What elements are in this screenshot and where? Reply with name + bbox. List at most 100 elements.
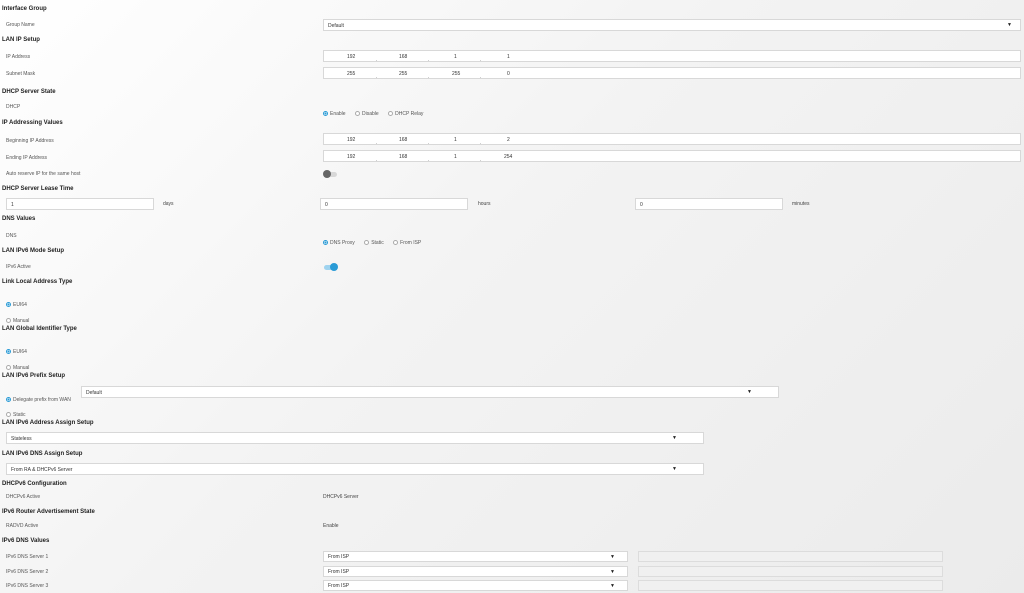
dns-proxy-option[interactable]: DNS Proxy [323, 240, 355, 246]
toggle-knob [330, 263, 338, 271]
radio-button[interactable] [388, 111, 394, 116]
prefix-delegate-select[interactable]: Default ▼ [81, 386, 779, 398]
begin-octet-3[interactable]: 1 [454, 137, 457, 143]
ipv6-active-toggle[interactable] [324, 263, 338, 271]
router-adv-heading: IPv6 Router Advertisement State [2, 509, 95, 515]
begin-octet-4[interactable]: 2 [507, 137, 510, 143]
radio-button[interactable] [364, 240, 370, 245]
chevron-down-icon: ▼ [672, 435, 677, 441]
octet-separator: . [428, 157, 430, 163]
begin-octet-2[interactable]: 168 [399, 137, 407, 143]
ipv6-dns-server-1-input[interactable] [638, 551, 943, 562]
chevron-down-icon: ▼ [610, 583, 615, 589]
radio-button[interactable] [323, 240, 328, 245]
end-octet-2[interactable]: 168 [399, 154, 407, 160]
dns-assign-select[interactable]: From RA & DHCPv6 Server ▼ [6, 463, 704, 475]
ipv6-active-label: IPv6 Active [6, 264, 31, 270]
ipv6-dns-server-3-input[interactable] [638, 580, 943, 591]
ipv6-dns-server-3-select[interactable]: From ISP ▼ [323, 580, 628, 591]
dhcpv6-heading: DHCPv6 Configuration [2, 481, 67, 487]
dhcp-relay-option[interactable]: DHCP Relay [388, 111, 423, 117]
radio-button[interactable] [393, 240, 399, 245]
ipv6-dns-server-2-input[interactable] [638, 566, 943, 577]
octet-separator: . [376, 157, 378, 163]
ip-octet-2[interactable]: 168 [399, 54, 407, 60]
days-unit-label: days [163, 201, 174, 207]
minutes-unit-label: minutes [792, 201, 810, 207]
mask-octet-4[interactable]: 0 [507, 71, 510, 77]
lease-hours-input[interactable]: 0 [320, 198, 468, 210]
radio-button[interactable] [355, 111, 361, 116]
octet-separator: . [480, 140, 482, 146]
chevron-down-icon: ▼ [747, 389, 752, 395]
radio-button[interactable] [6, 349, 11, 354]
auto-reserve-label: Auto reserve IP for the same host [6, 171, 81, 177]
radio-button[interactable] [323, 111, 328, 116]
subnet-mask-field[interactable]: 255 . 255 . 255 . 0 [323, 67, 1021, 80]
chevron-down-icon: ▼ [672, 466, 677, 472]
begin-octet-1[interactable]: 192 [347, 137, 355, 143]
dns-assign-heading: LAN IPv6 DNS Assign Setup [2, 451, 83, 457]
ip-octet-1[interactable]: 192 [347, 54, 355, 60]
ip-address-label: IP Address [6, 54, 31, 60]
chevron-down-icon: ▼ [1007, 22, 1012, 28]
dhcp-enable-option[interactable]: Enable [323, 111, 346, 117]
ipv6-dns-server-2-label: IPv6 DNS Server 2 [6, 569, 49, 575]
ipv6-dns-heading: IPv6 DNS Values [2, 538, 50, 544]
chevron-down-icon: ▼ [610, 569, 615, 575]
radvd-active-value: Enable [323, 523, 339, 529]
ipv6-dns-server-1-label: IPv6 DNS Server 1 [6, 554, 49, 560]
octet-separator: . [376, 57, 378, 63]
begin-ip-field[interactable]: 192 . 168 . 1 . 2 [323, 133, 1021, 146]
radio-button[interactable] [6, 397, 11, 402]
dhcp-disable-option[interactable]: Disable [355, 111, 379, 117]
octet-separator: . [428, 140, 430, 146]
link-local-heading: Link Local Address Type [2, 279, 73, 285]
dns-heading: DNS Values [2, 216, 36, 222]
global-id-heading: LAN Global Identifier Type [2, 326, 77, 332]
assign-heading: LAN IPv6 Address Assign Setup [2, 420, 94, 426]
dhcp-radio-group: Enable Disable DHCP Relay [323, 103, 428, 121]
end-ip-field[interactable]: 192 . 168 . 1 . 254 [323, 150, 1021, 163]
ipv6-dns-server-2-select[interactable]: From ISP ▼ [323, 566, 628, 577]
lease-days-input[interactable]: 1 [6, 198, 154, 210]
ip-address-field[interactable]: 192 . 168 . 1 . 1 [323, 50, 1021, 63]
dhcpv6-active-label: DHCPv6 Active [6, 494, 41, 500]
assign-select[interactable]: Stateless ▼ [6, 432, 704, 444]
group-name-label: Group Name [6, 22, 35, 28]
mask-octet-2[interactable]: 255 [399, 71, 407, 77]
begin-ip-label: Beginning IP Address [6, 138, 54, 144]
dns-radio-group: DNS Proxy Static From ISP [323, 232, 426, 250]
octet-separator: . [428, 74, 430, 80]
radio-button[interactable] [6, 412, 11, 417]
auto-reserve-toggle[interactable] [323, 170, 337, 178]
dhcp-state-heading: DHCP Server State [2, 89, 56, 95]
octet-separator: . [376, 140, 378, 146]
prefix-heading: LAN IPv6 Prefix Setup [2, 373, 66, 379]
radio-button[interactable] [6, 302, 11, 307]
ip-octet-4[interactable]: 1 [507, 54, 510, 60]
end-octet-1[interactable]: 192 [347, 154, 355, 160]
dns-from-isp-option[interactable]: From ISP [393, 240, 421, 246]
octet-separator: . [480, 57, 482, 63]
ipv6-dns-server-1-select[interactable]: From ISP ▼ [323, 551, 628, 562]
lease-minutes-input[interactable]: 0 [635, 198, 783, 210]
ipv6-mode-heading: LAN IPv6 Mode Setup [2, 248, 65, 254]
interface-group-heading: Interface Group [2, 6, 47, 12]
end-octet-3[interactable]: 1 [454, 154, 457, 160]
ipv6-dns-server-3-label: IPv6 DNS Server 3 [6, 583, 49, 589]
mask-octet-3[interactable]: 255 [452, 71, 460, 77]
toggle-knob [323, 170, 331, 178]
hours-unit-label: hours [478, 201, 491, 207]
radio-button[interactable] [6, 365, 11, 370]
dns-static-option[interactable]: Static [364, 240, 384, 246]
end-octet-4[interactable]: 254 [504, 154, 512, 160]
mask-octet-1[interactable]: 255 [347, 71, 355, 77]
ip-octet-3[interactable]: 1 [454, 54, 457, 60]
lease-heading: DHCP Server Lease Time [2, 186, 74, 192]
subnet-mask-label: Subnet Mask [6, 71, 36, 77]
octet-separator: . [480, 74, 482, 80]
end-ip-label: Ending IP Address [6, 155, 48, 161]
group-name-select[interactable]: Default ▼ [323, 19, 1021, 31]
radio-button[interactable] [6, 318, 11, 323]
